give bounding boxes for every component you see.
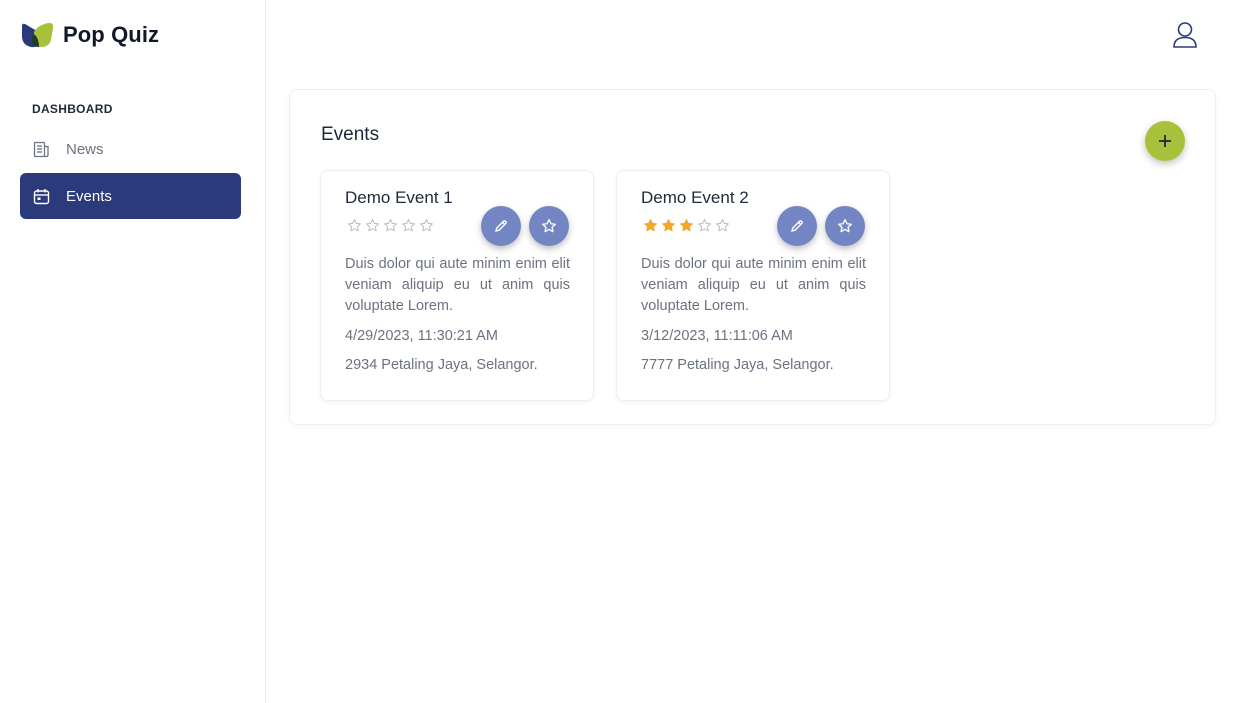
sidebar: Pop Quiz DASHBOARD News Events	[0, 0, 266, 703]
star-filled-icon[interactable]	[677, 216, 695, 234]
event-location: 7777 Petaling Jaya, Selangor.	[641, 357, 834, 373]
star-empty-icon[interactable]	[417, 216, 435, 234]
sidebar-item-label: News	[66, 140, 104, 158]
edit-event-button[interactable]	[777, 206, 817, 246]
event-card: Demo Event 2 Duis dolor qui aute minim e…	[616, 170, 890, 401]
leaf-logo-icon	[22, 22, 54, 48]
brand[interactable]: Pop Quiz	[20, 22, 159, 48]
events-panel: Events Demo Event 1 Duis dolor qui aute …	[289, 89, 1216, 425]
star-empty-icon[interactable]	[381, 216, 399, 234]
star-empty-icon[interactable]	[695, 216, 713, 234]
edit-event-button[interactable]	[481, 206, 521, 246]
star-empty-icon[interactable]	[363, 216, 381, 234]
newspaper-icon	[32, 140, 50, 158]
user-menu-button[interactable]	[1170, 20, 1200, 50]
add-event-button[interactable]	[1145, 121, 1185, 161]
event-datetime: 4/29/2023, 11:30:21 AM	[345, 328, 498, 344]
star-empty-icon[interactable]	[399, 216, 417, 234]
sidebar-item-events[interactable]: Events	[20, 173, 241, 219]
pencil-icon	[495, 220, 507, 232]
app-name: Pop Quiz	[63, 22, 160, 47]
event-location: 2934 Petaling Jaya, Selangor.	[345, 357, 538, 373]
event-title: Demo Event 1	[345, 188, 453, 207]
star-rating[interactable]	[345, 216, 435, 234]
pencil-icon	[791, 220, 803, 232]
event-description: Duis dolor qui aute minim enim elit veni…	[345, 256, 570, 314]
star-icon	[542, 219, 556, 233]
star-filled-icon[interactable]	[659, 216, 677, 234]
event-datetime: 3/12/2023, 11:11:06 AM	[641, 328, 793, 344]
sidebar-section-title: DASHBOARD	[32, 102, 113, 116]
star-empty-icon[interactable]	[345, 216, 363, 234]
favorite-event-button[interactable]	[825, 206, 865, 246]
star-filled-icon[interactable]	[641, 216, 659, 234]
star-rating[interactable]	[641, 216, 731, 234]
calendar-icon	[32, 187, 50, 205]
event-card: Demo Event 1 Duis dolor qui aute minim e…	[320, 170, 594, 401]
sidebar-item-label: Events	[66, 187, 112, 205]
user-icon	[1173, 22, 1197, 48]
event-title: Demo Event 2	[641, 188, 749, 207]
sidebar-item-news[interactable]: News	[20, 126, 241, 172]
favorite-event-button[interactable]	[529, 206, 569, 246]
star-icon	[838, 219, 852, 233]
event-description: Duis dolor qui aute minim enim elit veni…	[641, 256, 866, 314]
page-title: Events	[321, 124, 380, 145]
star-empty-icon[interactable]	[713, 216, 731, 234]
plus-icon	[1159, 135, 1171, 147]
